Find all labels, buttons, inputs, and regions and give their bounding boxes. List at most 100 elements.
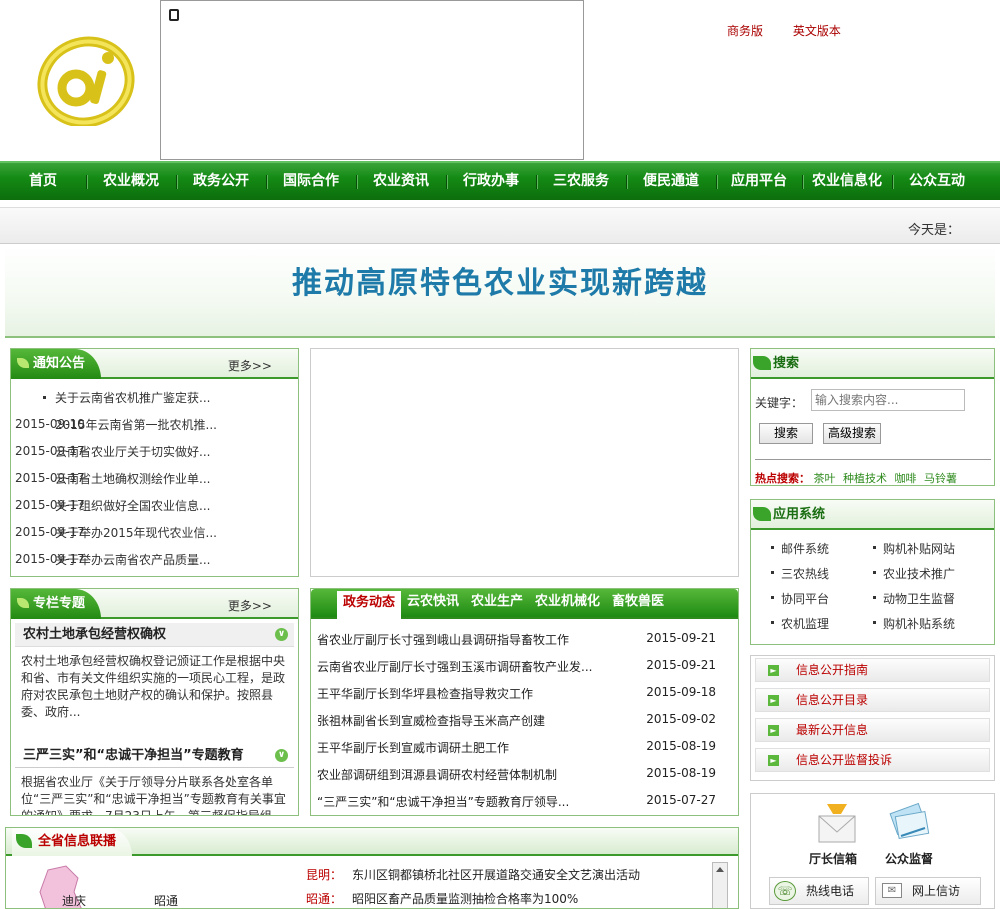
image-slideshow[interactable] [310, 348, 739, 577]
latest-public-info[interactable]: ► 最新公开信息 [755, 718, 990, 742]
special-more-link[interactable]: 更多>> [228, 597, 272, 614]
online-petition-button[interactable]: ✉ 网上信访 [875, 877, 981, 905]
special-header: 专栏专题 更多>> [11, 589, 298, 619]
tab-agri-machinery[interactable]: 农业机械化 [535, 589, 600, 619]
flash-banner-placeholder [160, 0, 584, 160]
app-mail-system[interactable]: 邮件系统 [770, 540, 829, 557]
nav-agri-it[interactable]: 农业信息化 [802, 163, 892, 200]
app-collab-platform[interactable]: 协同平台 [770, 590, 829, 607]
app-machinery-supervision[interactable]: 农机监理 [770, 615, 829, 632]
app-tech-promotion[interactable]: 农业技术推广 [872, 565, 955, 582]
contact-panel: 厅长信箱 公众监督 ☏ 热线电话 ✉ 网上信访 [750, 793, 995, 909]
director-mailbox-label[interactable]: 厅长信箱 [809, 850, 857, 867]
apps-header: 应用系统 [751, 500, 994, 530]
leaf-icon [753, 507, 771, 521]
notice-item[interactable]: 云南省土地确权测绘作业单... [55, 470, 210, 487]
arrow-right-icon: ► [768, 725, 779, 736]
hotline-button[interactable]: ☏ 热线电话 [769, 877, 869, 905]
leaf-icon [753, 356, 771, 370]
search-button[interactable]: 搜索 [759, 423, 813, 444]
app-systems-panel: 应用系统 邮件系统 购机补贴网站 三农热线 农业技术推广 协同平台 动物卫生监督… [750, 499, 995, 645]
public-supervision-icon[interactable] [887, 800, 931, 844]
nav-intl-coop[interactable]: 国际合作 [266, 163, 356, 200]
map-label-zhaotong[interactable]: 昭通 [154, 892, 178, 908]
nav-public-interaction[interactable]: 公众互动 [892, 163, 982, 200]
arrow-right-icon: ► [768, 695, 779, 706]
province-header: 全省信息联播 [6, 828, 738, 856]
chevron-down-icon[interactable]: ∨ [275, 628, 288, 641]
leaf-icon [16, 834, 32, 848]
hot-term[interactable]: 茶叶 [814, 472, 836, 485]
phone-icon: ☏ [774, 881, 796, 901]
hot-term[interactable]: 种植技术 [843, 472, 887, 485]
bullet-icon [43, 396, 46, 399]
nav-rural-services[interactable]: 三农服务 [536, 163, 626, 200]
notice-item[interactable]: 关于举办2015年现代农业信... [55, 524, 217, 541]
hot-term[interactable]: 马铃薯 [924, 472, 957, 485]
public-info-catalog[interactable]: ► 信息公开目录 [755, 688, 990, 712]
keyword-label: 关键字： [755, 396, 804, 410]
public-supervision-label[interactable]: 公众监督 [885, 850, 933, 867]
today-label: 今天是： [907, 223, 960, 238]
search-header: 搜索 [751, 349, 994, 379]
logo-icon [37, 36, 135, 128]
public-info-guide[interactable]: ► 信息公开指南 [755, 658, 990, 682]
notice-more-link[interactable]: 更多>> [228, 357, 272, 374]
tab-animal-husbandry[interactable]: 畜牧兽医 [612, 589, 664, 619]
province-scrollbar[interactable] [712, 862, 728, 908]
topic-title[interactable]: 农村土地承包经营权确权 ∨ [15, 623, 294, 647]
app-rural-hotline[interactable]: 三农热线 [770, 565, 829, 582]
hot-searches: 热点搜索： 茶叶 种植技术 咖啡 马铃薯 [755, 459, 991, 485]
nav-admin-services[interactable]: 行政办事 [446, 163, 536, 200]
search-input[interactable] [811, 389, 965, 411]
province-news-row[interactable]: 昭通： 昭阳区畜产品质量监测抽检合格率为100% [306, 890, 578, 907]
map-label-diqing[interactable]: 迪庆 [62, 892, 86, 908]
topic-title[interactable]: 三严三实”和“忠诚干净担当”专题教育 ∨ [15, 744, 294, 768]
tab-agri-production[interactable]: 农业生产 [471, 589, 523, 619]
nav-gov-affairs[interactable]: 政务公开 [176, 163, 266, 200]
leaf-icon [17, 598, 29, 608]
date-bar [0, 207, 1000, 244]
notice-item[interactable]: 云南省农业厅关于切实做好... [55, 443, 210, 460]
english-version-link[interactable]: 英文版本 [793, 24, 841, 38]
special-topics-panel: 专栏专题 更多>> 农村土地承包经营权确权 ∨ 农村土地承包经营权确权登记颁证工作… [10, 588, 299, 816]
notice-item[interactable]: 关于举办云南省农产品质量... [55, 551, 210, 568]
chevron-down-icon[interactable]: ∨ [275, 749, 288, 762]
province-news-row[interactable]: 昆明： 东川区铜都镇桥北社区开展道路交通安全文艺演出活动 [306, 866, 640, 883]
envelope-icon: ✉ [882, 883, 902, 898]
app-subsidy-system[interactable]: 购机补贴系统 [872, 615, 955, 632]
plugin-icon [169, 9, 179, 21]
arrow-right-icon: ► [768, 755, 779, 766]
special-title: 专栏专题 [11, 589, 102, 619]
notice-panel: 通知公告 更多>> 关于云南省农机推广鉴定获... 2015-09-10 201… [10, 348, 299, 577]
province-title: 全省信息联播 [12, 828, 133, 856]
nav-convenience[interactable]: 便民通道 [626, 163, 716, 200]
hot-term[interactable]: 咖啡 [895, 472, 917, 485]
notice-item[interactable]: 关于组织做好全国农业信息... [55, 497, 210, 514]
public-info-complaint[interactable]: ► 信息公开监督投诉 [755, 748, 990, 772]
tab-yunnong-news[interactable]: 云农快讯 [407, 589, 459, 619]
app-animal-health[interactable]: 动物卫生监督 [872, 590, 955, 607]
notice-item[interactable]: 2015年云南省第一批农机推... [55, 416, 217, 433]
news-tabs: 政务动态 云农快讯 农业生产 农业机械化 畜牧兽医 [311, 589, 738, 619]
nav-agri-overview[interactable]: 农业概况 [86, 163, 176, 200]
site-logo[interactable] [36, 36, 136, 128]
search-panel: 搜索 关键字： 搜索 高级搜索 热点搜索： 茶叶 种植技术 咖啡 马铃薯 [750, 348, 995, 486]
director-mailbox-icon[interactable] [817, 800, 857, 844]
apps-title: 应用系统 [751, 500, 841, 530]
nav-agri-news[interactable]: 农业资讯 [356, 163, 446, 200]
nav-home[interactable]: 首页 [0, 163, 86, 200]
topic-body: 根据省农业厅《关于厅领导分片联系各处室各单位“三严三实”和“忠诚干净担当”专题教… [21, 775, 286, 816]
slogan-banner: 推动高原特色农业实现新跨越 [5, 246, 995, 338]
search-title: 搜索 [751, 349, 815, 379]
nav-app-platform[interactable]: 应用平台 [716, 163, 802, 200]
business-edition-link[interactable]: 商务版 [727, 24, 763, 38]
main-nav: 首页 农业概况 政务公开 国际合作 农业资讯 行政办事 三农服务 便民通道 应用… [0, 161, 1000, 200]
notice-item[interactable]: 关于云南省农机推广鉴定获... [55, 389, 210, 406]
notice-title: 通知公告 [11, 349, 102, 379]
app-subsidy-site[interactable]: 购机补贴网站 [872, 540, 955, 557]
province-info-panel: 全省信息联播 迪庆 昭通 昆明： 东川区铜都镇桥北社区开展道路交通安全文艺演出活动… [5, 827, 739, 909]
tab-gov-dynamics[interactable]: 政务动态 [337, 591, 402, 619]
advanced-search-button[interactable]: 高级搜索 [823, 423, 881, 444]
public-info-panel: ► 信息公开指南 ► 信息公开目录 ► 最新公开信息 ► 信息公开监督投诉 [750, 655, 995, 781]
